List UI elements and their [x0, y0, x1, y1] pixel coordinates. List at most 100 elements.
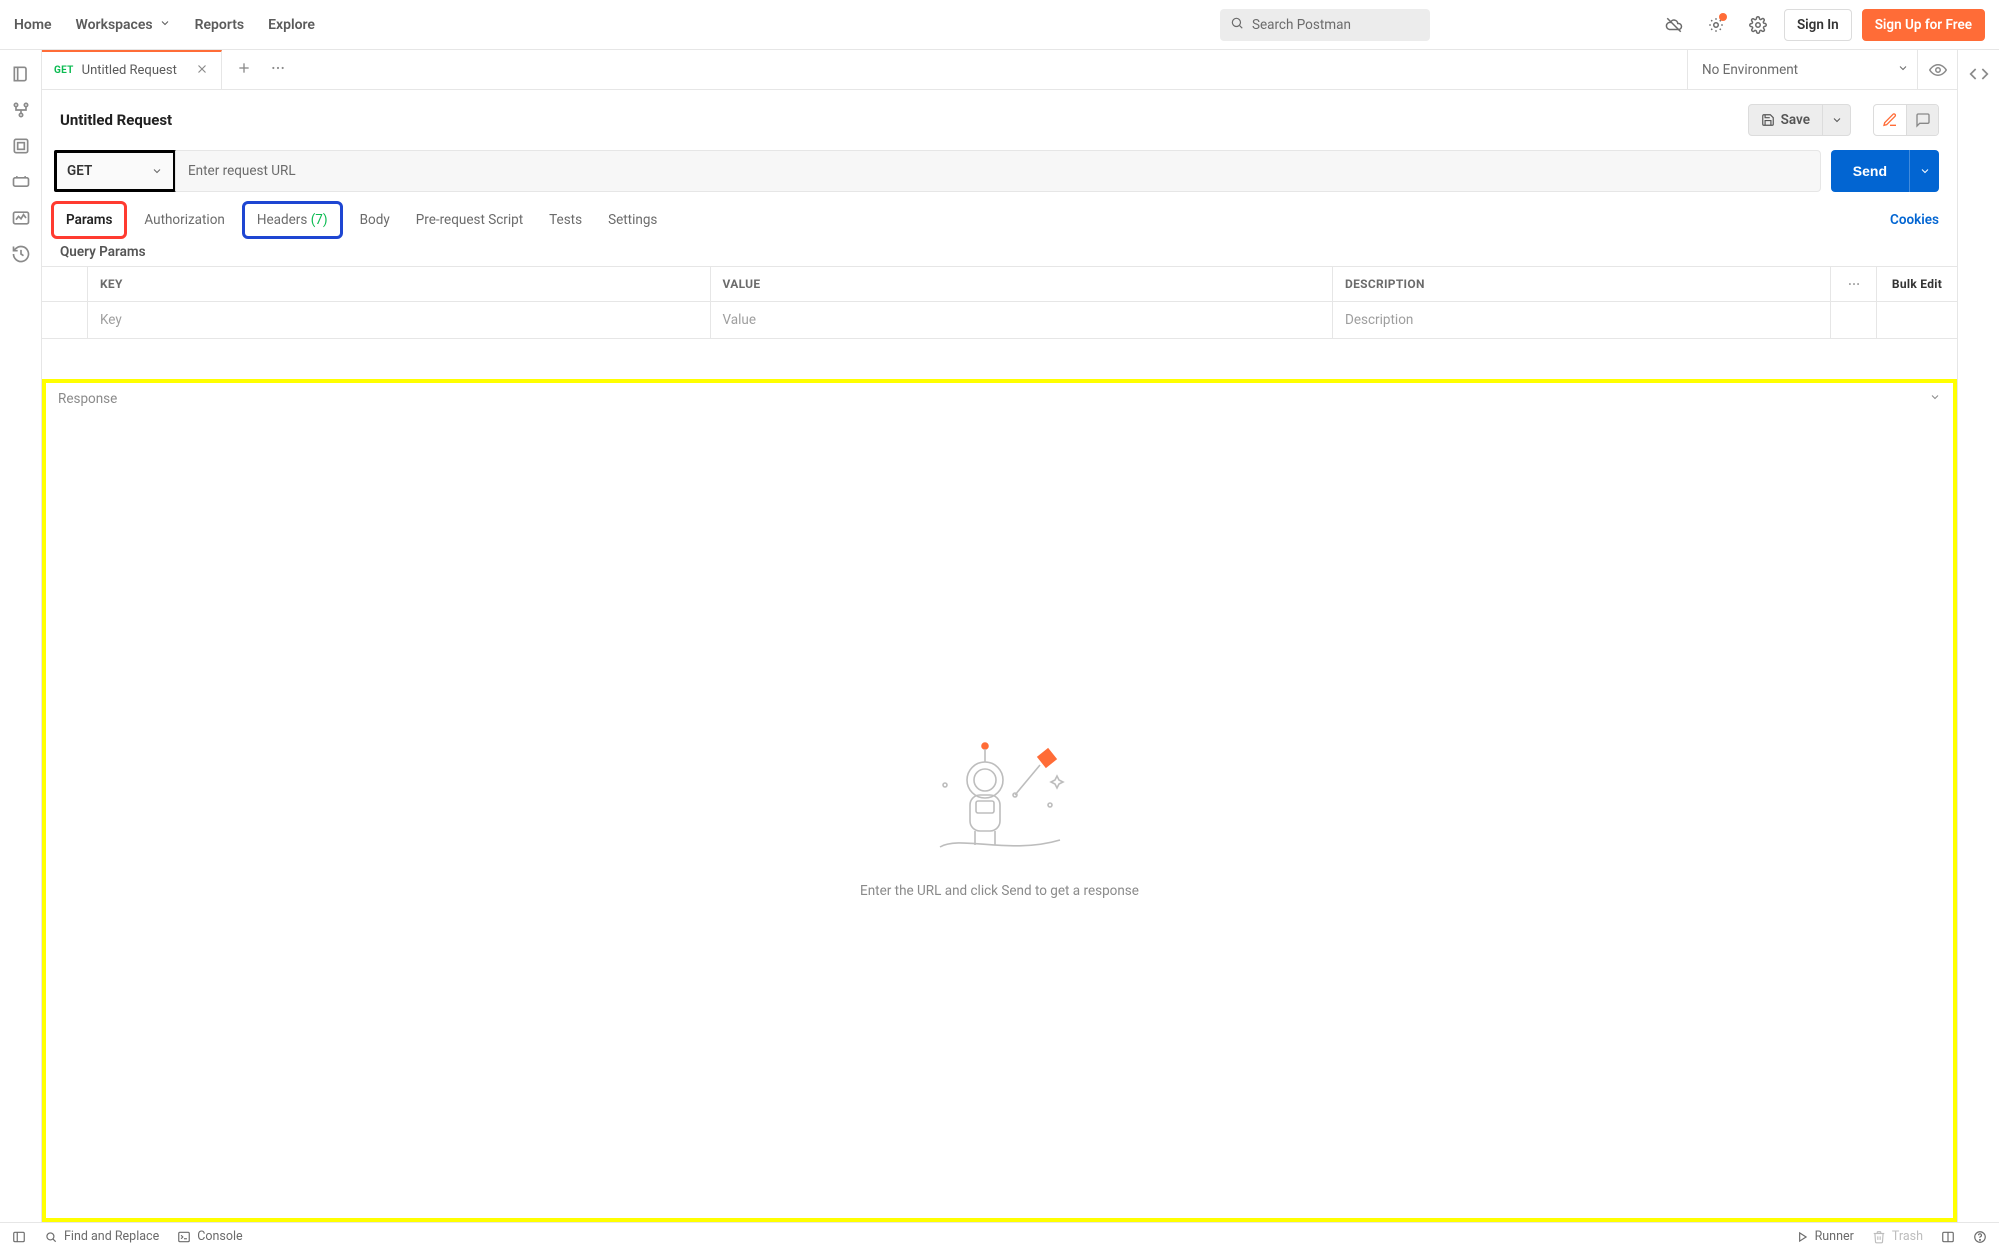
response-body: Enter the URL and click Send to get a re… [46, 415, 1953, 1218]
method-selector[interactable]: GET [54, 150, 176, 192]
search-placeholder: Search Postman [1252, 17, 1351, 33]
tab-authorization[interactable]: Authorization [140, 206, 228, 234]
find-replace-label: Find and Replace [64, 1229, 159, 1244]
sign-up-button[interactable]: Sign Up for Free [1862, 9, 1985, 41]
tab-options-icon[interactable] [270, 60, 286, 80]
response-title: Response [58, 391, 117, 407]
value-input[interactable]: Value [711, 302, 1334, 339]
sidebar-toggle-icon[interactable] [12, 1230, 26, 1244]
send-group: Send [1831, 150, 1939, 192]
response-wrap: Response [42, 339, 1957, 1222]
console-button[interactable]: Console [177, 1229, 242, 1244]
new-tab-button[interactable] [236, 60, 252, 80]
request-title[interactable]: Untitled Request [60, 111, 172, 129]
close-icon[interactable] [195, 62, 209, 80]
find-replace-button[interactable]: Find and Replace [44, 1229, 159, 1244]
nav-left: Home Workspaces Reports Explore [10, 17, 315, 33]
history-icon[interactable] [11, 244, 31, 264]
edit-icon[interactable] [1874, 105, 1906, 135]
query-params-table: KEY VALUE DESCRIPTION Bulk Edit Key Valu… [42, 266, 1957, 339]
columns-options-icon[interactable] [1831, 267, 1877, 302]
nav-reports[interactable]: Reports [195, 17, 245, 33]
save-button[interactable]: Save [1748, 104, 1823, 136]
chevron-down-icon [151, 165, 163, 177]
chevron-down-icon [159, 17, 171, 33]
tab-headers[interactable]: Headers (7) [247, 206, 338, 234]
environments-icon[interactable] [11, 136, 31, 156]
save-options-button[interactable] [1823, 104, 1851, 136]
astronaut-illustration-icon [920, 735, 1080, 869]
col-key: KEY [88, 267, 711, 302]
cookies-link[interactable]: Cookies [1890, 212, 1939, 228]
topbar-right: Sign In Sign Up for Free [1658, 9, 1985, 41]
url-row: GET Enter request URL Send [42, 142, 1957, 202]
nav-home[interactable]: Home [14, 17, 52, 33]
response-empty-text: Enter the URL and click Send to get a re… [860, 883, 1139, 899]
environment-selector[interactable]: No Environment [1687, 50, 1917, 89]
trash-label: Trash [1892, 1229, 1923, 1244]
method-value: GET [67, 163, 92, 179]
send-options-button[interactable] [1909, 150, 1939, 192]
query-params-label: Query Params [42, 238, 1957, 266]
tab-title: Untitled Request [82, 63, 177, 78]
trash-button[interactable]: Trash [1872, 1229, 1923, 1244]
save-group: Save [1748, 104, 1851, 136]
runner-button[interactable]: Runner [1795, 1229, 1854, 1244]
tab-body[interactable]: Body [356, 206, 394, 234]
tab-prerequest[interactable]: Pre-request Script [412, 206, 527, 234]
statusbar: Find and Replace Console Runner Trash [0, 1222, 1999, 1250]
tabs-row: GET Untitled Request No Environment [42, 50, 1957, 90]
bulk-edit-button[interactable]: Bulk Edit [1877, 267, 1957, 302]
capture-icon[interactable] [1700, 9, 1732, 41]
code-icon[interactable] [1969, 64, 1989, 84]
tab-headers-count: (7) [311, 212, 328, 228]
center-column: GET Untitled Request No Environment [42, 50, 1957, 1222]
right-rail [1957, 50, 1999, 1222]
console-label: Console [197, 1229, 242, 1244]
left-rail [0, 50, 42, 1222]
mock-servers-icon[interactable] [11, 172, 31, 192]
spacer [300, 50, 1687, 89]
notification-dot-icon [1719, 13, 1727, 21]
environment-quicklook-icon[interactable] [1917, 50, 1957, 89]
response-header: Response [46, 383, 1953, 415]
col-description: DESCRIPTION [1333, 267, 1831, 302]
url-input[interactable]: Enter request URL [175, 151, 1820, 191]
request-tab[interactable]: GET Untitled Request [42, 50, 222, 89]
tabs-actions [222, 50, 300, 89]
cloud-offline-icon[interactable] [1658, 9, 1690, 41]
search-input[interactable]: Search Postman [1220, 9, 1430, 41]
gear-icon[interactable] [1742, 9, 1774, 41]
col-checkbox [42, 267, 88, 302]
request-header: Untitled Request Save [42, 90, 1957, 142]
row-checkbox[interactable] [42, 302, 88, 339]
collections-icon[interactable] [11, 64, 31, 84]
tab-tests[interactable]: Tests [545, 206, 586, 234]
tab-headers-label: Headers [257, 212, 307, 228]
tab-settings[interactable]: Settings [604, 206, 661, 234]
comment-icon[interactable] [1906, 105, 1938, 135]
edit-group [1873, 104, 1939, 136]
send-button[interactable]: Send [1831, 150, 1909, 192]
nav-workspaces[interactable]: Workspaces [76, 17, 171, 33]
apis-icon[interactable] [11, 100, 31, 120]
chevron-down-icon[interactable] [1929, 391, 1941, 407]
layout-icon[interactable] [1941, 1230, 1955, 1244]
col-value: VALUE [711, 267, 1334, 302]
chevron-down-icon [1897, 62, 1909, 78]
key-input[interactable]: Key [88, 302, 711, 339]
help-icon[interactable] [1973, 1230, 1987, 1244]
table-row: Key Value Description [42, 302, 1957, 339]
runner-label: Runner [1815, 1229, 1854, 1244]
tab-method: GET [54, 65, 74, 76]
nav-explore[interactable]: Explore [268, 17, 315, 33]
topbar: Home Workspaces Reports Explore Search P… [0, 0, 1999, 50]
url-placeholder: Enter request URL [188, 163, 296, 179]
nav-workspaces-label: Workspaces [76, 17, 153, 33]
tab-params[interactable]: Params [56, 206, 122, 234]
description-input[interactable]: Description [1333, 302, 1831, 339]
sign-in-button[interactable]: Sign In [1784, 9, 1852, 41]
response-panel: Response [42, 379, 1957, 1222]
monitors-icon[interactable] [11, 208, 31, 228]
cell-empty [1877, 302, 1957, 339]
